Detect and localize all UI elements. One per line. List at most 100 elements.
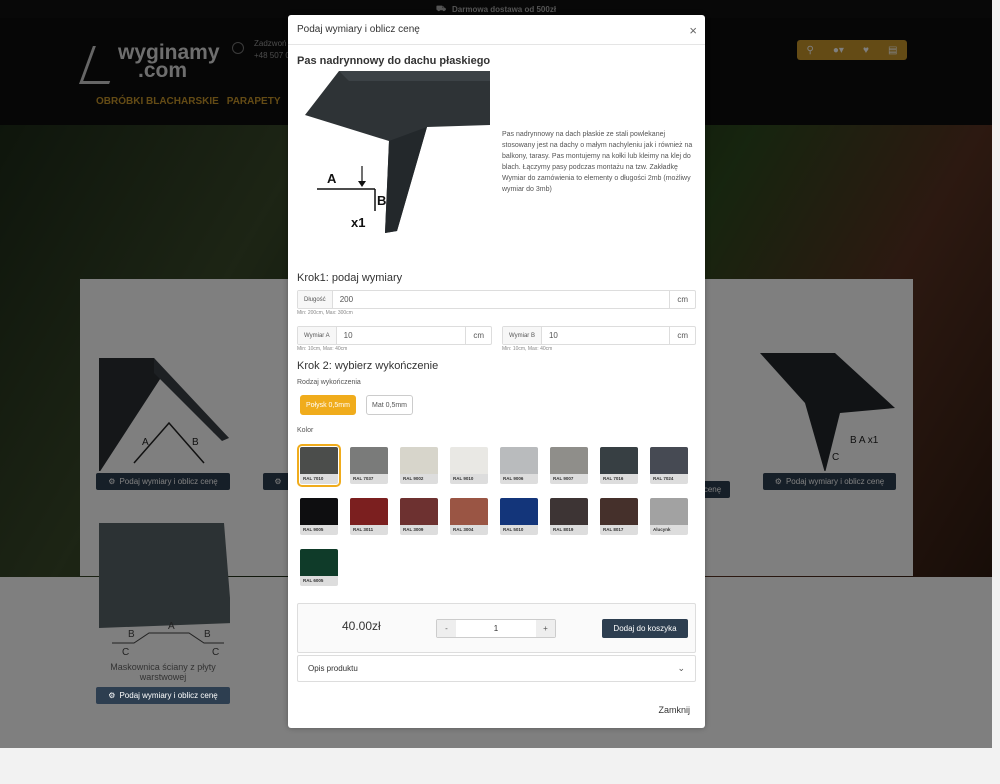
color-swatch-label: RAL 9007 bbox=[550, 474, 588, 484]
color-label: Kolor bbox=[297, 427, 314, 434]
color-swatch-fill bbox=[600, 447, 638, 474]
free-shipping-text: Darmowa dostawa od 500zł bbox=[452, 4, 557, 14]
quantity-decrement-button[interactable]: - bbox=[437, 620, 456, 637]
dimension-b-input[interactable]: 10 bbox=[542, 331, 669, 340]
header-icons: ⚲ ●▾ ♥ ▤ bbox=[797, 40, 907, 60]
heart-icon[interactable]: ♥ bbox=[863, 45, 869, 56]
dimension-a-hint: Min: 10cm, Max: 40cm bbox=[297, 346, 348, 352]
color-swatch-label: RAL 8017 bbox=[600, 525, 638, 535]
finish-option-gloss[interactable]: Połysk 0,5mm bbox=[300, 395, 356, 415]
color-swatch[interactable]: RAL 7024 bbox=[650, 447, 688, 484]
dimension-a-input[interactable]: 10 bbox=[337, 331, 466, 340]
svg-text:C: C bbox=[212, 647, 219, 658]
color-swatch[interactable]: RAL 5010 bbox=[500, 498, 538, 535]
dimension-a-label: Wymiar A bbox=[298, 327, 337, 344]
product-card-button[interactable]: ⚙ Podaj wymiary i oblicz cenę bbox=[96, 473, 230, 490]
length-input[interactable]: 200 bbox=[333, 295, 670, 304]
chevron-down-icon: ⌄ bbox=[677, 663, 685, 673]
color-swatch[interactable]: RAL 8019 bbox=[550, 498, 588, 535]
color-swatch-label: RAL 9010 bbox=[450, 474, 488, 484]
color-swatch-label: RAL 3004 bbox=[450, 525, 488, 535]
color-swatch[interactable]: RAL 6005 bbox=[300, 549, 338, 586]
price-value: 40.00zł bbox=[342, 619, 381, 633]
product-image: B A x1 C bbox=[760, 353, 895, 473]
svg-text:B A x1: B A x1 bbox=[850, 435, 879, 446]
color-swatch[interactable]: RAL 9006 bbox=[500, 447, 538, 484]
color-swatch-fill bbox=[650, 498, 688, 525]
color-swatch-fill bbox=[450, 498, 488, 525]
color-swatch-fill bbox=[400, 447, 438, 474]
color-swatch[interactable]: RAL 3011 bbox=[350, 498, 388, 535]
color-swatch-label: RAL 9002 bbox=[400, 474, 438, 484]
color-swatch-fill bbox=[350, 447, 388, 474]
color-swatch-label: RAL 7037 bbox=[350, 474, 388, 484]
footer-strip bbox=[0, 748, 992, 784]
color-swatch-label: RAL 7024 bbox=[650, 474, 688, 484]
color-swatch-label: RAL 7010 bbox=[300, 474, 338, 484]
finish-label: Rodzaj wykończenia bbox=[297, 379, 361, 386]
length-hint: Min: 200cm, Max: 300cm bbox=[297, 310, 353, 316]
color-swatch-label: RAL 3011 bbox=[350, 525, 388, 535]
nav-item-obrobki[interactable]: OBRÓBKI BLACHARSKIE bbox=[96, 96, 219, 107]
color-swatch[interactable]: RAL 7037 bbox=[350, 447, 388, 484]
main-nav: OBRÓBKI BLACHARSKIE PARAPETY S bbox=[96, 96, 295, 107]
user-icon[interactable]: ●▾ bbox=[833, 45, 844, 56]
add-to-cart-button[interactable]: Dodaj do koszyka bbox=[602, 619, 688, 638]
color-swatch[interactable]: RAL 9002 bbox=[400, 447, 438, 484]
color-swatch[interactable]: RAL 9010 bbox=[450, 447, 488, 484]
svg-text:C: C bbox=[122, 647, 129, 658]
product-card-button[interactable]: ⚙ Podaj wymiary i oblicz cenę bbox=[96, 687, 230, 704]
color-swatch[interactable]: RAL 3009 bbox=[400, 498, 438, 535]
close-button[interactable]: Zamknij bbox=[658, 705, 690, 715]
search-icon[interactable]: ⚲ bbox=[807, 45, 814, 56]
nav-item-parapety[interactable]: PARAPETY bbox=[227, 96, 281, 107]
logo-domain: .com bbox=[138, 59, 188, 82]
quantity-input[interactable]: 1 bbox=[456, 624, 536, 633]
quantity-increment-button[interactable]: + bbox=[536, 620, 555, 637]
color-swatch[interactable]: RAL 9007 bbox=[550, 447, 588, 484]
svg-text:C: C bbox=[832, 452, 839, 463]
product-title: Pas nadrynnowy do dachu płaskiego bbox=[297, 55, 491, 67]
gears-icon: ⚙ bbox=[774, 477, 782, 486]
color-swatch-fill bbox=[600, 498, 638, 525]
gears-icon: ⚙ bbox=[108, 691, 116, 700]
color-swatch[interactable]: RAL 9005 bbox=[300, 498, 338, 535]
phone-icon bbox=[232, 42, 244, 54]
accordion-label: Opis produktu bbox=[308, 664, 358, 673]
finish-option-matte[interactable]: Mat 0,5mm bbox=[366, 395, 414, 415]
color-swatch-fill bbox=[400, 498, 438, 525]
modal-title: Podaj wymiary i oblicz cenę bbox=[297, 24, 420, 35]
color-swatch[interactable]: RAL 7010 bbox=[297, 444, 341, 487]
gears-icon: ⚙ bbox=[108, 477, 116, 486]
price-calculator-modal: Podaj wymiary i oblicz cenę × Pas nadryn… bbox=[288, 15, 705, 728]
color-swatch[interactable]: RAL 3004 bbox=[450, 498, 488, 535]
svg-text:A: A bbox=[327, 171, 337, 186]
cart-icon[interactable]: ▤ bbox=[888, 45, 897, 56]
product-card[interactable]: B A B C C bbox=[94, 523, 232, 663]
svg-text:B: B bbox=[204, 629, 211, 640]
modal-header: Podaj wymiary i oblicz cenę bbox=[288, 15, 705, 45]
svg-text:B: B bbox=[192, 437, 199, 448]
product-card[interactable]: B A x1 C bbox=[760, 353, 896, 476]
dimension-b-hint: Min: 10cm, Max: 40cm bbox=[502, 346, 553, 352]
color-swatch-fill bbox=[450, 447, 488, 474]
color-swatch-label: RAL 6005 bbox=[300, 576, 338, 586]
product-card-button[interactable]: ⚙ Podaj wymiary i oblicz cenę bbox=[763, 473, 896, 490]
add-to-cart-panel: 40.00zł - 1 + Dodaj do koszyka bbox=[297, 603, 696, 653]
quantity-stepper: - 1 + bbox=[436, 619, 556, 638]
color-swatch[interactable]: Alucynk bbox=[650, 498, 688, 535]
dimension-b-field: Wymiar B 10 cm bbox=[502, 326, 696, 345]
product-description: Pas nadrynnowy na dach płaskie ze stali … bbox=[502, 131, 693, 193]
length-label: Długość bbox=[298, 291, 333, 308]
color-swatch-label: RAL 7016 bbox=[600, 474, 638, 484]
product-description-accordion[interactable]: Opis produktu ⌄ bbox=[297, 655, 696, 682]
logo-mark bbox=[79, 46, 123, 84]
product-card-title[interactable]: Maskownica ściany z płyty warstwowej bbox=[96, 662, 230, 682]
color-swatch-label: RAL 5010 bbox=[500, 525, 538, 535]
close-icon[interactable]: × bbox=[689, 23, 697, 38]
color-swatch[interactable]: RAL 8017 bbox=[600, 498, 638, 535]
color-swatch-fill bbox=[300, 498, 338, 525]
product-card[interactable]: A B bbox=[94, 353, 230, 476]
color-swatch-label: Alucynk bbox=[650, 525, 688, 535]
color-swatch[interactable]: RAL 7016 bbox=[600, 447, 638, 484]
